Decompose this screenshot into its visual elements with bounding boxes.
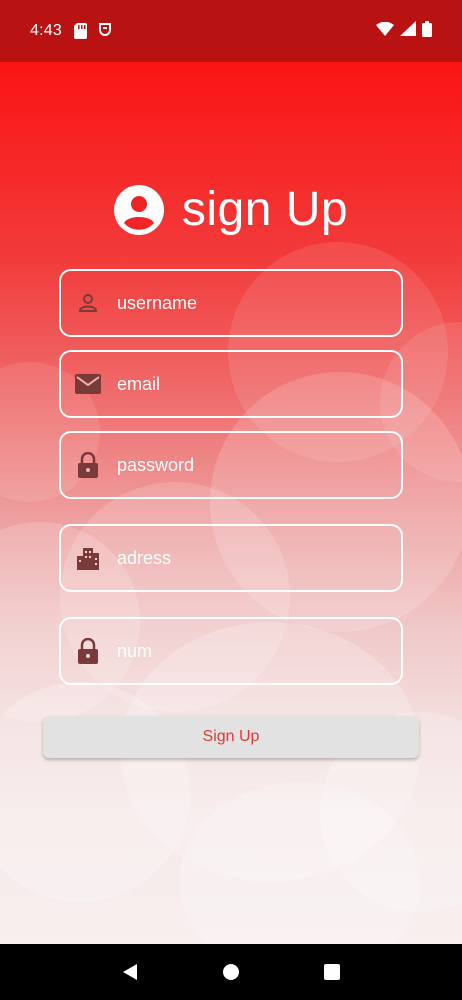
navigation-bar	[0, 944, 462, 1000]
lock-icon	[75, 452, 101, 478]
sign-up-button[interactable]: Sign Up	[43, 716, 419, 758]
username-placeholder: username	[117, 292, 198, 313]
recents-icon[interactable]	[312, 952, 352, 992]
signal-icon	[400, 21, 416, 41]
lock-icon	[75, 638, 101, 664]
back-icon[interactable]	[110, 952, 150, 992]
building-icon	[75, 545, 101, 571]
signup-screen: sign Up username email password adress n…	[0, 62, 462, 944]
address-field[interactable]: adress	[59, 524, 403, 592]
battery-icon	[422, 20, 432, 42]
shield-notification-icon	[98, 23, 112, 39]
sd-card-icon	[73, 23, 88, 39]
home-icon[interactable]	[211, 952, 251, 992]
password-field[interactable]: password	[59, 431, 403, 499]
page-header: sign Up	[0, 182, 462, 237]
person-icon	[75, 290, 101, 316]
wifi-icon	[376, 21, 394, 41]
email-field[interactable]: email	[59, 350, 403, 418]
page-title: sign Up	[181, 183, 349, 236]
account-circle-icon	[113, 184, 164, 235]
number-field[interactable]: num	[59, 617, 403, 685]
status-bar: 4:43	[0, 0, 462, 62]
address-placeholder: adress	[117, 547, 172, 568]
number-placeholder: num	[117, 640, 153, 661]
password-placeholder: password	[117, 454, 195, 475]
status-time: 4:43	[30, 22, 62, 39]
email-icon	[75, 371, 101, 397]
email-placeholder: email	[117, 373, 161, 394]
username-field[interactable]: username	[59, 269, 403, 337]
